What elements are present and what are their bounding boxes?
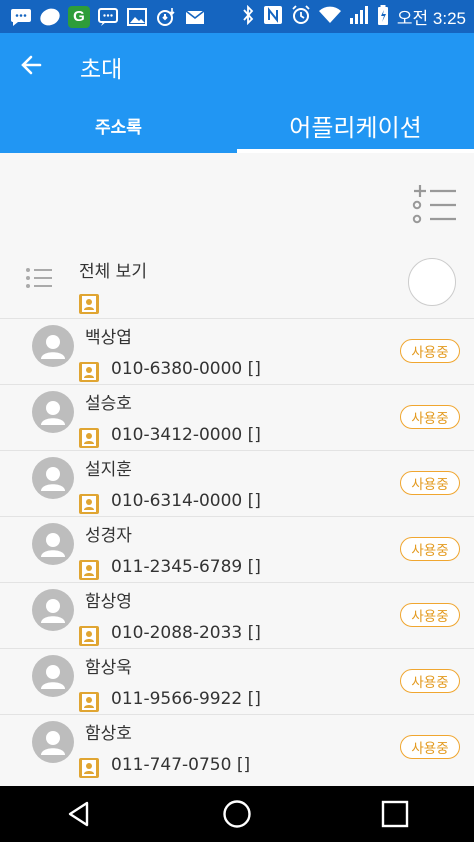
bluetooth-icon (241, 4, 255, 29)
image-icon (126, 6, 148, 28)
nfc-icon (263, 5, 283, 29)
app-user-badge-icon (79, 626, 99, 650)
in-use-badge: 사용중 (400, 339, 460, 363)
avatar-icon (32, 391, 74, 433)
add-list-icon[interactable] (410, 183, 458, 227)
contact-row[interactable]: 함상욱 011-9566-9922 [] 사용중 (0, 648, 474, 715)
home-circle-icon[interactable] (158, 786, 316, 842)
app-user-badge-icon (79, 692, 99, 716)
in-use-badge: 사용중 (400, 537, 460, 561)
in-use-badge: 사용중 (400, 735, 460, 759)
contact-name: 설지훈 (85, 460, 132, 480)
contact-name: 함상영 (85, 592, 132, 612)
status-bar: G 오전 3:25 (0, 0, 474, 33)
back-triangle-icon[interactable] (0, 786, 158, 842)
alarm-clock-icon (291, 4, 311, 29)
contact-list-area: 전체 보기 백상엽 010-6380-0000 [] 사용중 설승호 010-3412-… (0, 153, 474, 786)
contact-name: 성경자 (85, 526, 132, 546)
avatar-icon (32, 523, 74, 565)
contact-row[interactable]: 성경자 011-2345-6789 [] 사용중 (0, 516, 474, 583)
in-use-badge: 사용중 (400, 669, 460, 693)
app-user-badge-icon (79, 428, 99, 452)
contact-row[interactable]: 함상영 010-2088-2033 [] 사용중 (0, 582, 474, 649)
contact-row[interactable]: 함상호 011-747-0750 [] 사용중 (0, 714, 474, 781)
contact-phone: 010-2088-2033 [] (111, 623, 261, 643)
mail-icon (184, 6, 206, 28)
g-app-icon: G (68, 5, 90, 28)
app-user-badge-icon (79, 758, 99, 782)
select-all-checkbox[interactable] (408, 258, 456, 306)
contact-phone: 010-3412-0000 [] (111, 425, 261, 445)
select-all-label: 전체 보기 (79, 262, 147, 282)
list-icon (25, 266, 53, 290)
recents-square-icon[interactable] (316, 786, 474, 842)
contact-phone: 010-6314-0000 [] (111, 491, 261, 511)
contact-phone: 011-9566-9922 [] (111, 689, 261, 709)
tab-bar: 주소록 어플리케이션 (0, 98, 474, 153)
avatar-icon (32, 721, 74, 763)
app-bubble-icon (39, 6, 61, 28)
contact-row[interactable]: 백상엽 010-6380-0000 [] 사용중 (0, 318, 474, 385)
contact-phone: 011-2345-6789 [] (111, 557, 261, 577)
avatar-icon (32, 655, 74, 697)
in-use-badge: 사용중 (400, 603, 460, 627)
sms-icon (10, 6, 32, 28)
app-bar: 초대 주소록 어플리케이션 (0, 33, 474, 153)
contact-name: 설승호 (85, 394, 132, 414)
contact-row[interactable]: 설지훈 010-6314-0000 [] 사용중 (0, 450, 474, 517)
app-user-badge-icon (79, 494, 99, 518)
contact-row[interactable]: 설승호 010-3412-0000 [] 사용중 (0, 384, 474, 451)
signal-icon (349, 5, 369, 28)
contact-phone: 011-747-0750 [] (111, 755, 251, 775)
notification-icons: G (0, 5, 206, 28)
avatar-icon (32, 325, 74, 367)
navigation-bar (0, 786, 474, 842)
contact-name: 백상엽 (85, 328, 132, 348)
app-user-badge-icon (79, 294, 99, 318)
contact-phone: 010-6380-0000 [] (111, 359, 261, 379)
battery-icon (377, 4, 389, 29)
avatar-icon (32, 457, 74, 499)
tab-address-book[interactable]: 주소록 (0, 98, 237, 153)
in-use-badge: 사용중 (400, 405, 460, 429)
alarm-download-icon (155, 6, 177, 28)
tab-application[interactable]: 어플리케이션 (237, 98, 474, 153)
in-use-badge: 사용중 (400, 471, 460, 495)
page-title: 초대 (80, 57, 123, 83)
clock: 오전 3:25 (396, 9, 466, 28)
avatar-icon (32, 589, 74, 631)
contact-name: 함상호 (85, 724, 132, 744)
contact-name: 함상욱 (85, 658, 132, 678)
app-user-badge-icon (79, 560, 99, 584)
system-status-icons: 오전 3:25 (241, 4, 474, 29)
app-user-badge-icon (79, 362, 99, 386)
chat-icon (97, 6, 119, 28)
wifi-icon (318, 6, 341, 28)
select-all-row[interactable]: 전체 보기 (0, 243, 474, 318)
back-arrow-icon[interactable] (18, 51, 46, 79)
